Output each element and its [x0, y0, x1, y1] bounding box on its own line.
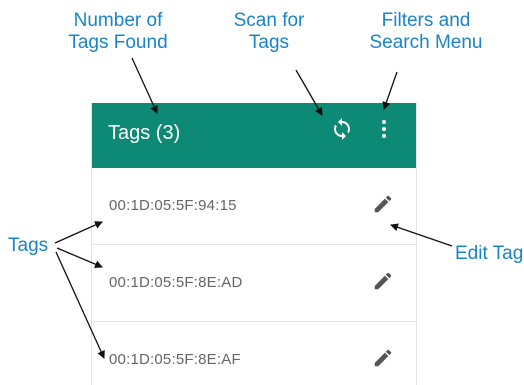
- sync-icon: [334, 118, 350, 140]
- callout-scan-line1: Scan for: [233, 10, 305, 31]
- callout-scan-line2: Tags: [248, 32, 290, 53]
- edit-tag-button[interactable]: [372, 347, 394, 369]
- tag-id: 00:1D:05:5F:8E:AF: [109, 351, 241, 368]
- callout-filters-search: Filters and Search Menu: [366, 10, 486, 54]
- scan-for-tags-button[interactable]: [330, 117, 354, 141]
- callout-filters-line2: Search Menu: [369, 32, 483, 53]
- callout-tags: Tags: [8, 235, 49, 256]
- more-vertical-icon-dot: [382, 127, 386, 131]
- callout-number-of-tags-line1: Number of: [73, 10, 163, 31]
- more-vertical-icon: [382, 120, 386, 124]
- edit-tag-button[interactable]: [372, 193, 394, 215]
- tag-row[interactable]: 00:1D:05:5F:8E:AF: [92, 322, 416, 385]
- pencil-icon: [374, 272, 392, 290]
- tag-id: 00:1D:05:5F:8E:AD: [109, 274, 243, 291]
- more-vertical-icon-dot: [382, 134, 386, 138]
- callout-number-of-tags: Number of Tags Found: [58, 10, 178, 54]
- pencil-icon: [374, 195, 392, 213]
- filters-search-menu-button[interactable]: [374, 117, 394, 141]
- tags-screen: Tags (3) 00:1D:05:5F:94:15 00:1D:05:5F:8…: [91, 103, 417, 385]
- pencil-icon: [374, 349, 392, 367]
- callout-number-of-tags-line2: Tags Found: [68, 32, 168, 53]
- app-toolbar: Tags (3): [92, 103, 416, 168]
- toolbar-title: Tags (3): [108, 122, 181, 144]
- tag-id: 00:1D:05:5F:94:15: [109, 197, 237, 214]
- tag-row[interactable]: 00:1D:05:5F:94:15: [92, 168, 416, 245]
- tag-row[interactable]: 00:1D:05:5F:8E:AD: [92, 245, 416, 322]
- callout-scan-for-tags: Scan for Tags: [224, 10, 314, 54]
- callout-filters-line1: Filters and: [381, 10, 471, 31]
- edit-tag-button[interactable]: [372, 270, 394, 292]
- callout-edit-tag: Edit Tag: [455, 243, 524, 264]
